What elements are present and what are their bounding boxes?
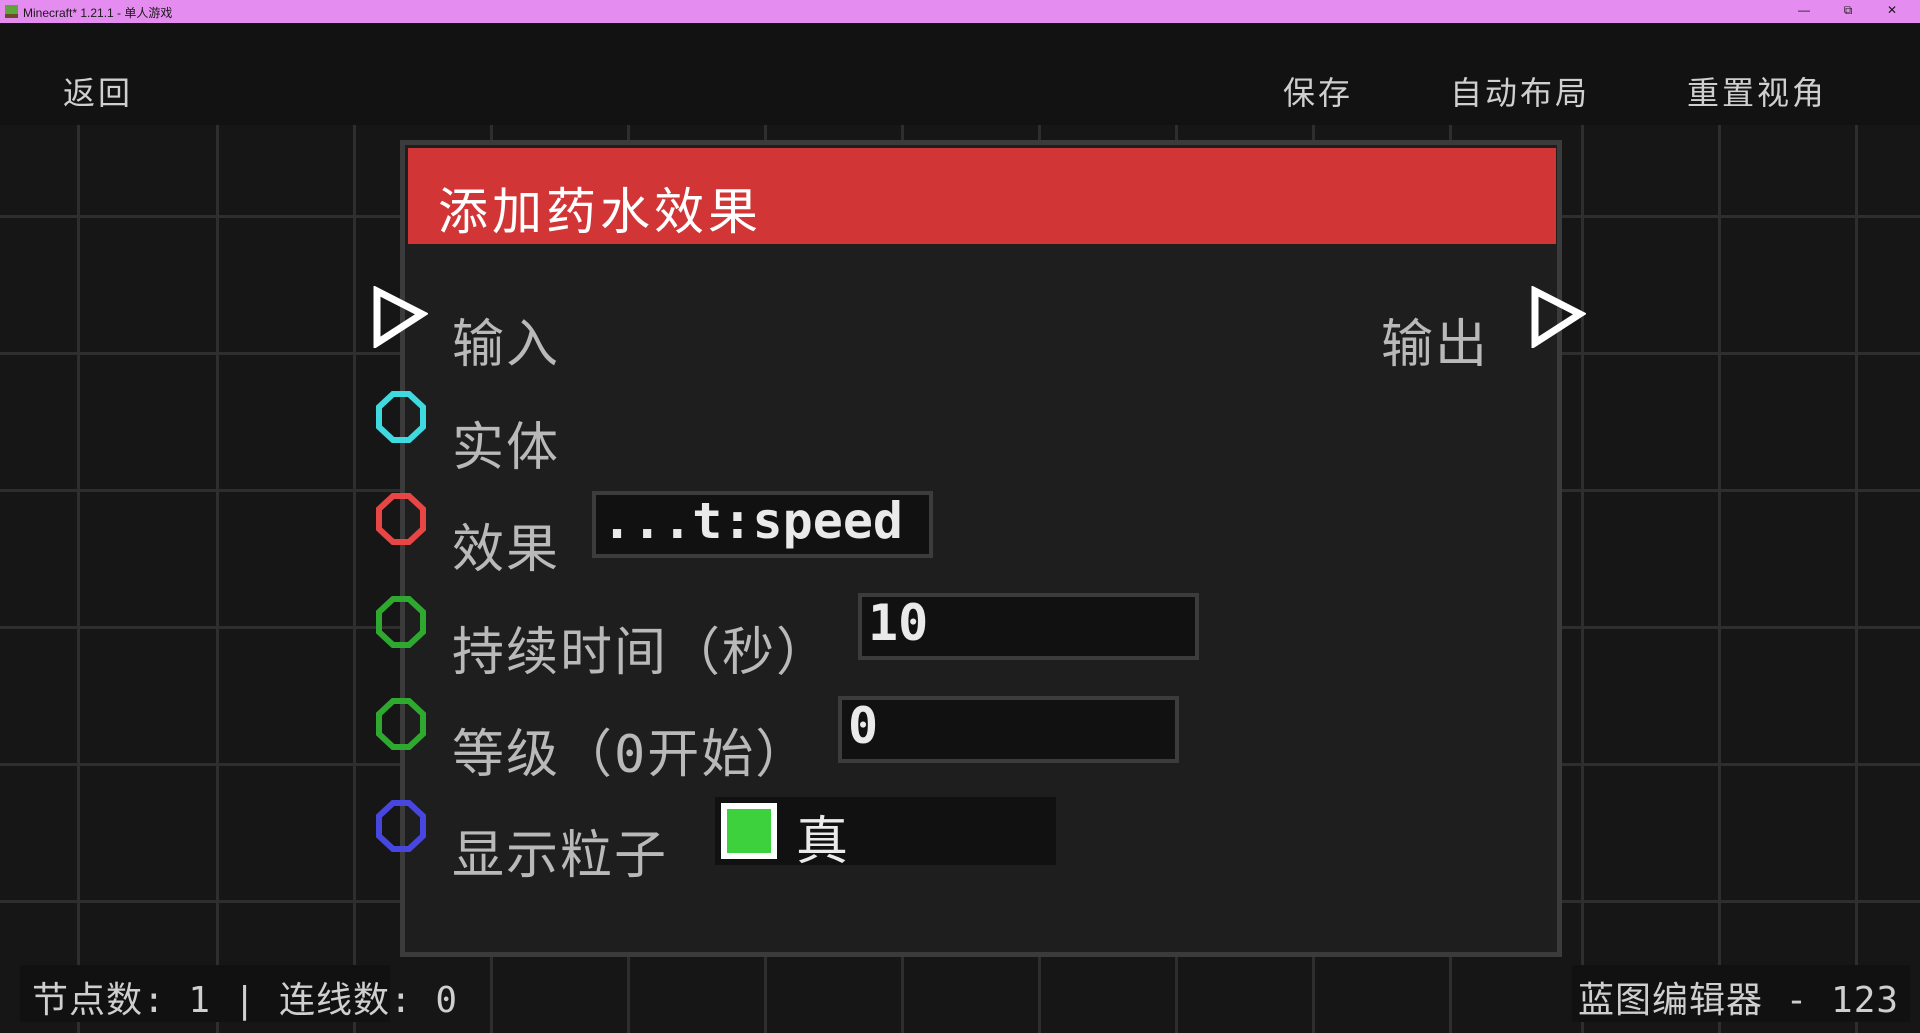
entity-pin-label: 实体 — [452, 418, 561, 478]
output-label: 输出 — [1381, 315, 1490, 375]
level-pin-icon[interactable] — [373, 696, 429, 752]
auto-layout-button[interactable]: 自动布局 — [1450, 68, 1590, 114]
grid-line — [353, 125, 356, 1033]
node-link-count: 节点数: 1 | 连线数: 0 — [32, 980, 459, 1021]
save-button[interactable]: 保存 — [1283, 68, 1353, 114]
grid-line — [1581, 125, 1584, 1033]
window-title: Minecraft* 1.21.1 - 单人游戏 — [23, 6, 173, 20]
effect-pin-icon[interactable] — [373, 491, 429, 547]
grid-line — [77, 125, 80, 1033]
duration-pin-icon[interactable] — [373, 594, 429, 650]
exec-output-pin-icon[interactable] — [1530, 286, 1586, 348]
checkbox-icon[interactable] — [721, 803, 777, 859]
node-header[interactable]: 添加药水效果 — [408, 148, 1556, 244]
duration-pin-label: 持续时间（秒） — [452, 623, 831, 683]
editor-name: 蓝图编辑器 - 123 — [1578, 980, 1900, 1021]
grid-line — [1718, 125, 1721, 1033]
level-pin-label: 等级（0开始） — [452, 725, 810, 785]
toggle-value-label: 真 — [796, 812, 851, 872]
close-button[interactable]: ✕ — [1870, 0, 1914, 23]
entity-pin-icon[interactable] — [373, 389, 429, 445]
node-title: 添加药水效果 — [438, 183, 762, 241]
top-menu-bar: 返回 保存 自动布局 重置视角 — [0, 23, 1920, 125]
show-particles-pin-label: 显示粒子 — [452, 826, 669, 886]
effect-input[interactable]: ...t:speed — [592, 491, 933, 558]
show-particles-pin-icon[interactable] — [373, 798, 429, 854]
grid-line — [1855, 125, 1858, 1033]
node-count-status: 节点数: 1 | 连线数: 0 — [20, 965, 457, 1022]
exec-input-pin-icon[interactable] — [372, 286, 428, 348]
effect-pin-label: 效果 — [452, 520, 561, 580]
duration-input[interactable]: 10 — [858, 593, 1199, 660]
show-particles-toggle[interactable]: 真 — [715, 797, 1056, 872]
grid-line — [216, 125, 219, 1033]
reset-view-button[interactable]: 重置视角 — [1687, 68, 1827, 114]
maximize-button[interactable]: ⧉ — [1826, 0, 1870, 23]
level-input[interactable]: 0 — [838, 696, 1179, 763]
editor-name-status: 蓝图编辑器 - 123 — [1572, 965, 1910, 1022]
back-button[interactable]: 返回 — [63, 68, 133, 114]
minimize-button[interactable]: — — [1782, 0, 1826, 23]
minecraft-icon — [5, 5, 18, 18]
checkbox-fill — [727, 809, 771, 853]
window-title-bar: Minecraft* 1.21.1 - 单人游戏 — ⧉ ✕ — [0, 0, 1920, 23]
input-label: 输入 — [452, 315, 561, 375]
